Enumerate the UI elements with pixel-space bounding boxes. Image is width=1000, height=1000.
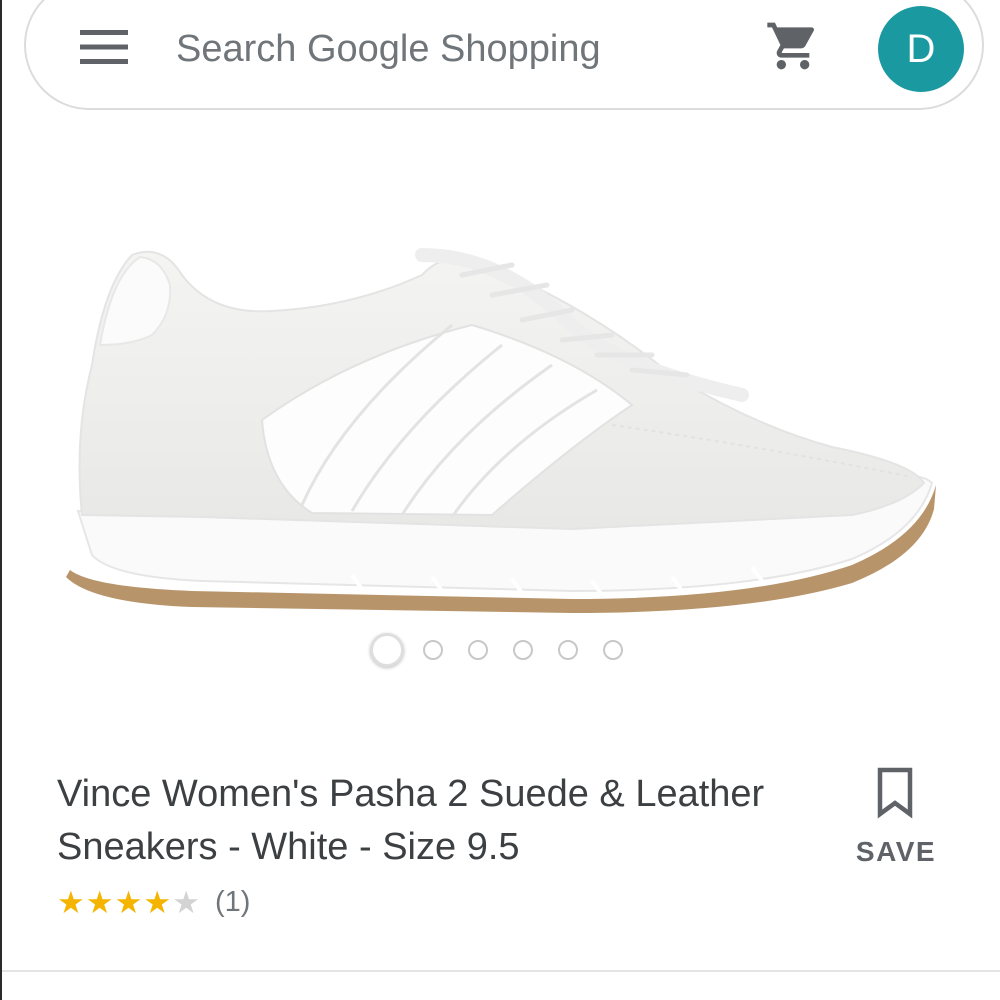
- shopping-cart-icon[interactable]: [764, 18, 822, 74]
- section-divider: [2, 970, 1000, 972]
- carousel-dot-1[interactable]: [370, 633, 404, 667]
- hamburger-menu-icon[interactable]: [80, 29, 128, 65]
- search-bar: D: [24, 0, 984, 110]
- star-empty-icon: ★: [172, 884, 200, 920]
- product-page: D: [0, 0, 1000, 1000]
- save-button[interactable]: SAVE: [848, 766, 944, 874]
- star-full-icon: ★: [85, 884, 114, 920]
- product-image[interactable]: [52, 215, 952, 635]
- account-avatar[interactable]: D: [878, 6, 964, 92]
- carousel-dot-3[interactable]: [468, 640, 488, 660]
- star-rating: ★ ★ ★ ★ ★: [57, 887, 201, 918]
- star-full-icon: ★: [114, 884, 143, 920]
- image-carousel-dots: [2, 632, 1000, 668]
- carousel-dot-2[interactable]: [423, 640, 443, 660]
- search-input[interactable]: [176, 27, 736, 71]
- carousel-dot-4[interactable]: [513, 640, 533, 660]
- carousel-dot-6[interactable]: [603, 640, 623, 660]
- star-full-icon: ★: [143, 884, 172, 920]
- product-title[interactable]: Vince Women's Pasha 2 Suede & Leather Sn…: [57, 768, 777, 874]
- star-full-icon: ★: [57, 884, 85, 920]
- carousel-dot-5[interactable]: [558, 640, 578, 660]
- bookmark-icon: [877, 767, 913, 819]
- review-count[interactable]: (1): [215, 886, 250, 919]
- product-rating[interactable]: ★ ★ ★ ★ ★ (1): [57, 882, 250, 922]
- save-label: SAVE: [855, 836, 937, 867]
